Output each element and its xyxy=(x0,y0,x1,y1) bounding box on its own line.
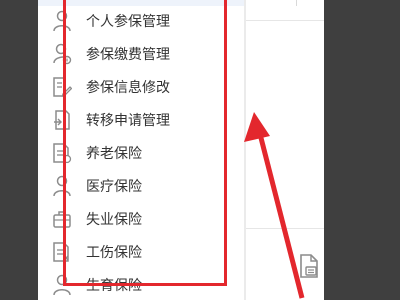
briefcase-icon xyxy=(53,211,71,228)
document-icon xyxy=(53,143,72,164)
transfer-document-icon xyxy=(54,110,70,130)
sidebar-item-unemployment-insurance[interactable]: 失业保险 xyxy=(52,205,222,233)
content-divider-top xyxy=(246,20,324,21)
person-icon xyxy=(53,175,71,197)
content-divider-mid xyxy=(246,228,324,229)
sidebar-item-payment-management[interactable]: 参保缴费管理 xyxy=(52,40,222,68)
person-icon xyxy=(53,274,71,296)
sidebar-item-personal-insurance[interactable]: 个人参保管理 xyxy=(52,7,222,35)
sidebar-item-label: 医疗保险 xyxy=(86,179,142,195)
person-icon xyxy=(53,10,71,32)
sidebar-item-label: 养老保险 xyxy=(86,146,142,162)
sidebar-item-label: 参保信息修改 xyxy=(86,80,170,96)
sidebar-item-transfer-application[interactable]: 转移申请管理 xyxy=(52,106,222,134)
sidebar-item-label: 参保缴费管理 xyxy=(86,47,170,63)
document-icon[interactable] xyxy=(298,254,320,278)
sidebar-item-pension-insurance[interactable]: 养老保险 xyxy=(52,139,222,167)
sidebar-item-info-modify[interactable]: 参保信息修改 xyxy=(52,73,222,101)
sidebar-item-label: 个人参保管理 xyxy=(86,14,170,30)
sidebar-item-label: 工伤保险 xyxy=(86,245,142,261)
document-icon xyxy=(53,242,69,262)
sidebar-top-strip xyxy=(38,0,244,6)
user-badge-icon xyxy=(53,43,72,65)
sidebar-item-label: 转移申请管理 xyxy=(86,113,170,129)
content-corner-line xyxy=(296,0,297,6)
edit-document-icon xyxy=(53,77,72,97)
sidebar-item-label: 生育保险 xyxy=(86,278,142,294)
sidebar-item-injury-insurance[interactable]: 工伤保险 xyxy=(52,238,222,266)
sidebar-item-medical-insurance[interactable]: 医疗保险 xyxy=(52,172,222,200)
sidebar-item-label: 失业保险 xyxy=(86,212,142,228)
sidebar-item-maternity-insurance[interactable]: 生育保险 xyxy=(52,271,222,299)
